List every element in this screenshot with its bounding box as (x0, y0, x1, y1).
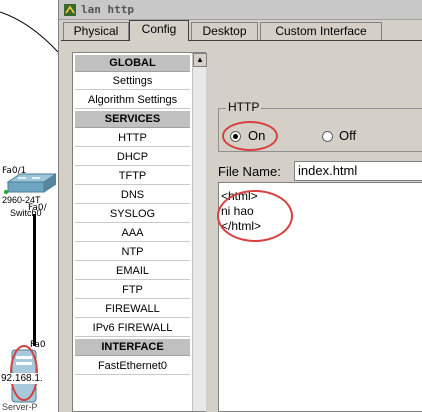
sidebar-item-dhcp[interactable]: DHCP (75, 149, 190, 166)
sidebar-item-tftp[interactable]: TFTP (75, 168, 190, 185)
editor-line: </html> (221, 219, 262, 233)
network-cable (33, 214, 36, 346)
editor-line: <html> (221, 189, 258, 203)
sidebar-item-syslog[interactable]: SYSLOG (75, 206, 190, 223)
sidebar-item-fastethernet0[interactable]: FastEthernet0 (75, 358, 190, 375)
http-group-label: HTTP (226, 100, 262, 114)
sidebar-item-email[interactable]: EMAIL (75, 263, 190, 280)
sidebar-item-http[interactable]: HTTP (75, 130, 190, 147)
file-name-label: File Name: (218, 164, 281, 179)
tab-custom-interface-label: Custom Interface (275, 24, 367, 38)
topology-curve-line (0, 11, 58, 53)
http-off-label[interactable]: Off (339, 128, 356, 143)
scroll-up-arrow-icon[interactable]: ▲ (193, 53, 207, 67)
sidebar-item-ftp[interactable]: FTP (75, 282, 190, 299)
packet-tracer-app-icon (64, 4, 76, 16)
tab-physical[interactable]: Physical (63, 22, 129, 40)
config-sidebar: GLOBAL Settings Algorithm Settings SERVI… (72, 52, 207, 412)
sidebar-header-services: SERVICES (75, 111, 190, 128)
server-config-window: lan http Physical Config Desktop Custom … (58, 0, 422, 412)
tab-desktop-label: Desktop (202, 24, 247, 38)
sidebar-header-global: GLOBAL (75, 55, 190, 72)
sidebar-item-algorithm-settings[interactable]: Algorithm Settings (75, 92, 190, 109)
sidebar-item-aaa[interactable]: AAA (75, 225, 190, 242)
http-off-radio[interactable] (322, 131, 333, 142)
sidebar-item-ntp[interactable]: NTP (75, 244, 190, 261)
title-bar[interactable]: lan http (59, 0, 422, 20)
sidebar-item-ipv6-firewall[interactable]: IPv6 FIREWALL (75, 320, 190, 337)
tab-desktop[interactable]: Desktop (191, 22, 258, 40)
server-name-label: Server-P (2, 402, 38, 412)
tab-config-label: Config (141, 22, 177, 36)
tab-config[interactable]: Config (129, 20, 189, 41)
sidebar-item-dns[interactable]: DNS (75, 187, 190, 204)
tab-physical-label: Physical (73, 24, 119, 38)
sidebar-item-settings[interactable]: Settings (75, 73, 190, 90)
topology-canvas[interactable]: Fa0/1 2960-24T Switch0 Fa0/ Fa0 92.168.1… (0, 0, 58, 412)
sidebar-item-firewall[interactable]: FIREWALL (75, 301, 190, 318)
server-ip-label: 92.168.1. (0, 373, 44, 384)
tab-bar: Physical Config Desktop Custom Interface (61, 20, 422, 41)
editor-line: ni hao (221, 204, 254, 218)
switch-port2-label: Fa0/ (28, 203, 47, 213)
file-name-input[interactable]: index.html (294, 161, 422, 181)
http-on-radio[interactable] (230, 131, 241, 142)
http-on-label[interactable]: On (248, 128, 265, 143)
file-content-editor[interactable]: <html> ni hao </html> (218, 182, 422, 412)
window-title: lan http (81, 3, 134, 16)
radio-selected-dot (233, 134, 238, 139)
sidebar-header-interface: INTERFACE (75, 339, 190, 356)
tab-custom-interface[interactable]: Custom Interface (260, 22, 382, 40)
sidebar-scrollbar[interactable]: ▲ (192, 53, 207, 411)
